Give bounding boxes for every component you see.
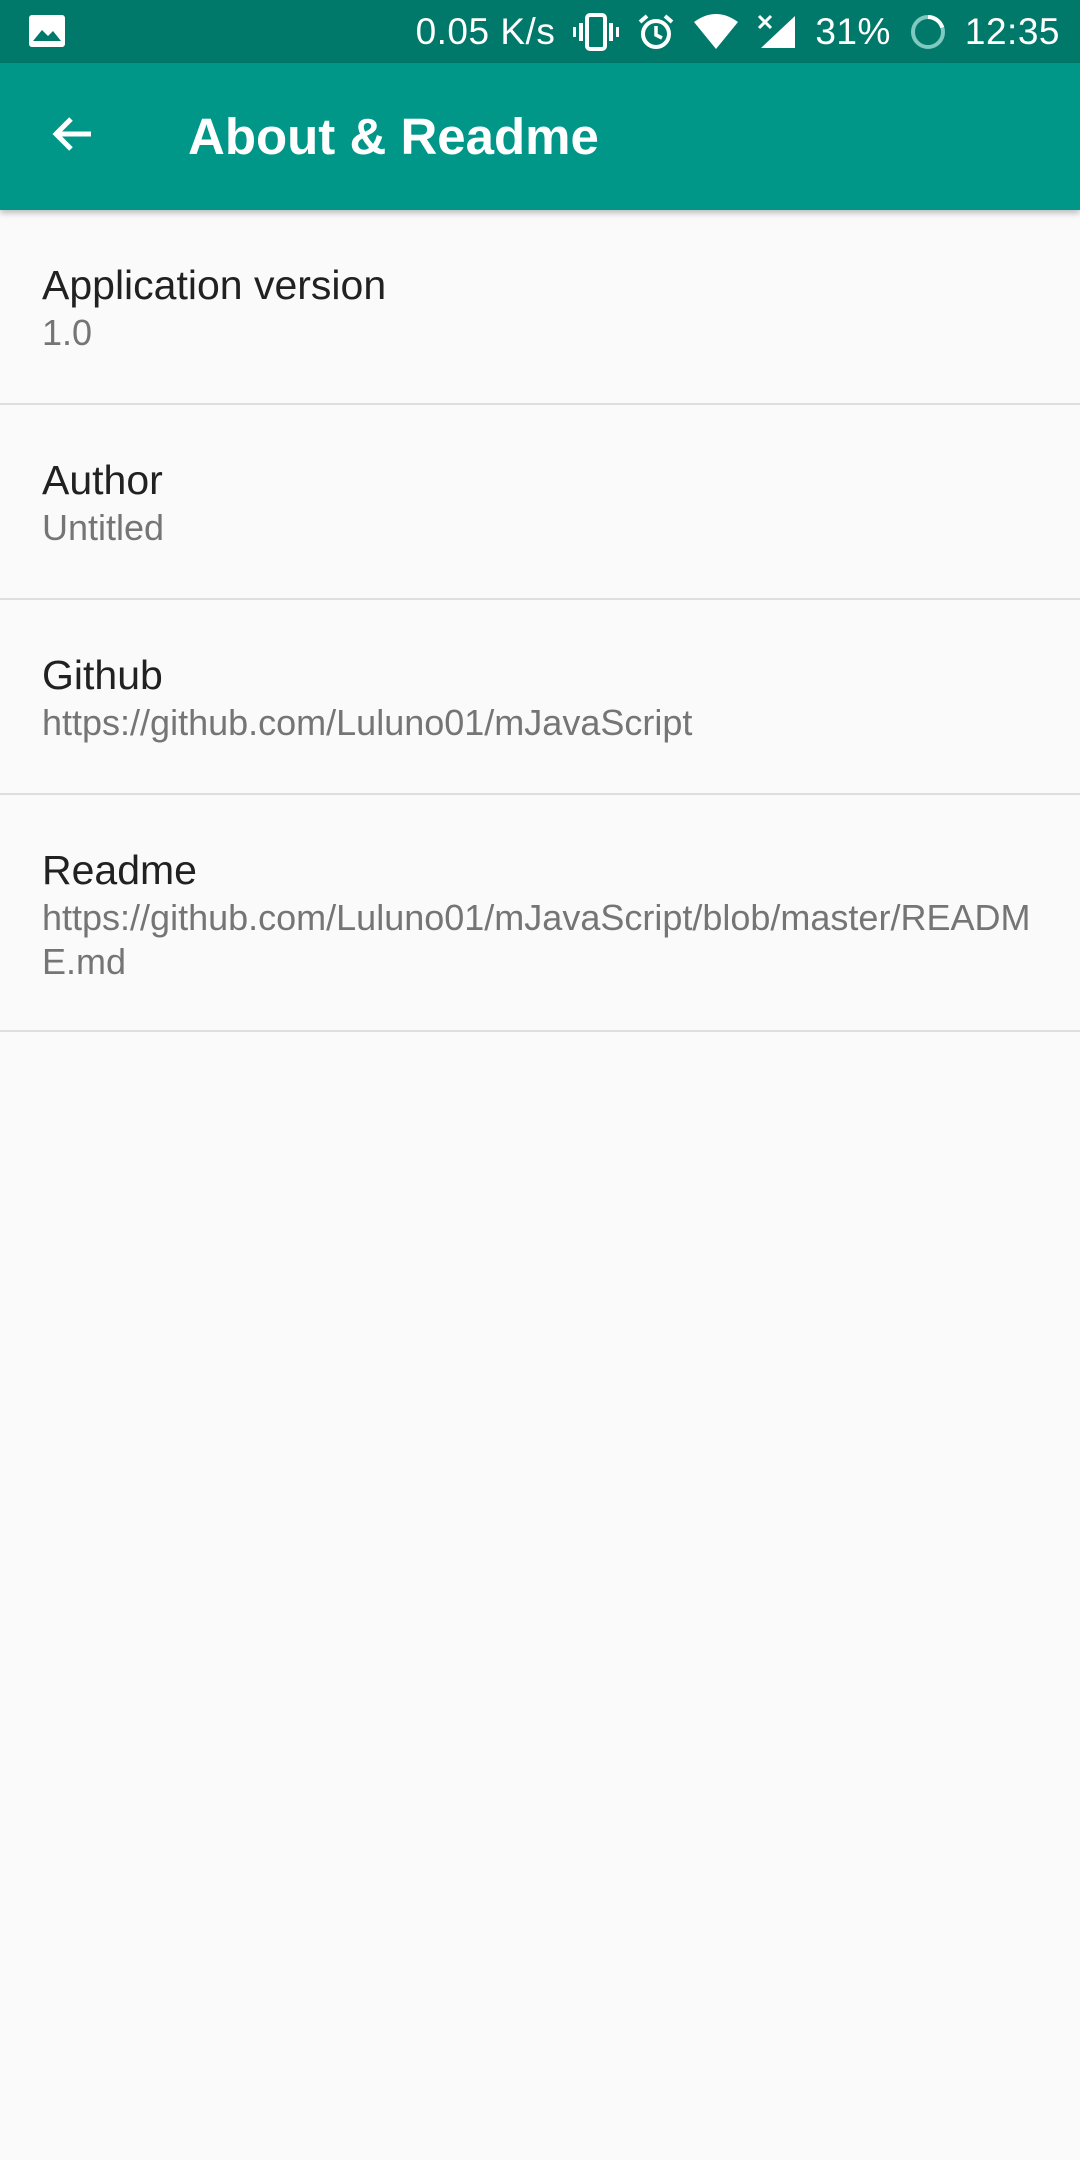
network-speed: 0.05 K/s [415,10,556,52]
clock: 12:35 [964,10,1060,52]
status-bar: 0.05 K/s 31% 12:35 [0,0,1080,63]
vibrate-icon [573,12,620,51]
list-item-readme[interactable]: Readme https://github.com/Luluno01/mJava… [0,795,1080,1032]
list-item-github[interactable]: Github https://github.com/Luluno01/mJava… [0,600,1080,795]
arrow-back-icon [49,110,97,163]
page-title: About & Readme [188,108,599,165]
back-button[interactable] [30,93,116,179]
alarm-icon [637,13,675,51]
list-item-application-version[interactable]: Application version 1.0 [0,210,1080,405]
item-title: Readme [42,847,197,893]
signal-icon [757,14,797,50]
status-left [28,13,66,49]
item-value: 1.0 [42,312,93,353]
wifi-icon [693,13,739,50]
list-item-author[interactable]: Author Untitled [0,405,1080,600]
about-list: Application version 1.0 Author Untitled … [0,210,1080,1032]
battery-percent: 31% [815,10,891,52]
item-value: https://github.com/Luluno01/mJavaScript [42,702,693,743]
item-value: https://github.com/Luluno01/mJavaScript/… [42,897,1031,982]
item-title: Application version [42,262,387,308]
item-title: Author [42,457,163,503]
item-value: Untitled [42,507,165,548]
battery-icon [909,13,947,51]
item-title: Github [42,652,163,698]
status-right: 0.05 K/s 31% 12:35 [416,0,1060,63]
image-icon [28,14,66,48]
app-bar: About & Readme [0,63,1080,210]
